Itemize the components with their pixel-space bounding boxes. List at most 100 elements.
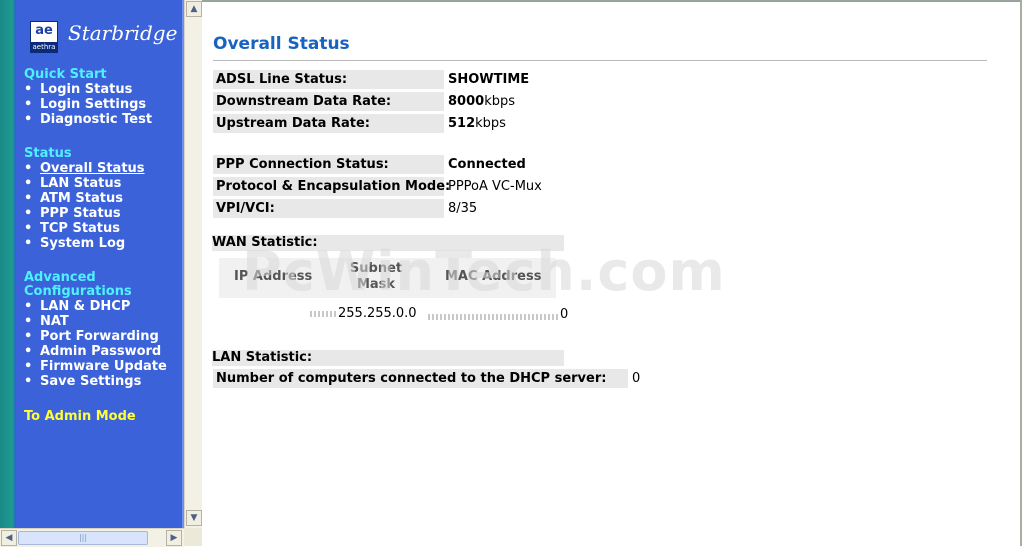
title-divider bbox=[213, 60, 987, 61]
nav-diagnostic-test[interactable]: • Diagnostic Test bbox=[24, 112, 152, 127]
scrollbar-corner bbox=[184, 528, 202, 546]
downstream-rate-label: Downstream Data Rate: bbox=[213, 92, 444, 111]
nav-login-status[interactable]: • Login Status bbox=[24, 82, 152, 97]
bullet-icon: • bbox=[24, 314, 33, 329]
bullet-icon: • bbox=[24, 221, 33, 236]
protocol-encapsulation-value: PPPoA VC-Mux bbox=[448, 179, 542, 194]
sidebar: ae aethra Starbridge Quick Start • Login … bbox=[0, 0, 184, 528]
nav-label: Overall Status bbox=[40, 161, 145, 176]
downstream-rate-value: 8000kbps bbox=[448, 92, 515, 111]
bullet-icon: • bbox=[24, 82, 33, 97]
wan-mac-tail: 0 bbox=[560, 307, 569, 322]
nav-lan-status[interactable]: • LAN Status bbox=[24, 176, 145, 191]
nav-label: LAN Status bbox=[40, 176, 122, 191]
nav-nat[interactable]: • NAT bbox=[24, 314, 167, 329]
nav-label: PPP Status bbox=[40, 206, 121, 221]
wan-mac-obscured bbox=[428, 314, 560, 320]
wan-statistic-heading: WAN Statistic: bbox=[212, 235, 564, 251]
quick-start-heading[interactable]: Quick Start bbox=[24, 68, 152, 82]
nav-save-settings[interactable]: • Save Settings bbox=[24, 374, 167, 389]
wan-ip-obscured bbox=[310, 311, 336, 317]
dhcp-clients-label: Number of computers connected to the DHC… bbox=[213, 369, 628, 388]
bullet-icon: • bbox=[24, 161, 33, 176]
scrollbar-thumb[interactable]: ||| bbox=[18, 531, 148, 545]
upstream-rate-row: Upstream Data Rate: 512kbps bbox=[213, 114, 613, 133]
vpi-vci-value: 8/35 bbox=[448, 201, 478, 216]
logo-sub-label: aethra bbox=[31, 42, 57, 52]
nav-label: Login Settings bbox=[40, 97, 147, 112]
nav-system-log[interactable]: • System Log bbox=[24, 236, 145, 251]
wan-col-subnet-mask: Subnet Mask bbox=[348, 261, 404, 293]
sidebar-horizontal-scrollbar[interactable]: ◀ ||| ▶ bbox=[0, 528, 184, 547]
advanced-heading[interactable]: Advanced bbox=[24, 271, 167, 285]
nav-login-settings[interactable]: • Login Settings bbox=[24, 97, 152, 112]
nav-label: TCP Status bbox=[40, 221, 121, 236]
bullet-icon: • bbox=[24, 97, 33, 112]
bullet-icon: • bbox=[24, 176, 33, 191]
downstream-rate-number: 8000 bbox=[448, 94, 485, 109]
ppp-connection-value: Connected bbox=[448, 157, 526, 172]
ppp-connection-label: PPP Connection Status: bbox=[213, 155, 444, 174]
nav-tcp-status[interactable]: • TCP Status bbox=[24, 221, 145, 236]
nav-ppp-status[interactable]: • PPP Status bbox=[24, 206, 145, 221]
wan-subnet-value: 255.255.0.0 bbox=[338, 306, 417, 321]
nav-label: Admin Password bbox=[40, 344, 162, 359]
protocol-encapsulation-row: Protocol & Encapsulation Mode: PPPoA VC-… bbox=[213, 177, 613, 196]
nav-admin-password[interactable]: • Admin Password bbox=[24, 344, 167, 359]
page-title: Overall Status bbox=[213, 34, 350, 54]
wan-col-subnet-line2: Mask bbox=[356, 277, 396, 292]
bullet-icon: • bbox=[24, 236, 33, 251]
wan-col-mac-address: MAC Address bbox=[445, 269, 542, 284]
upstream-rate-number: 512 bbox=[448, 116, 476, 131]
status-section: Status • Overall Status • LAN Status • ATM … bbox=[24, 147, 145, 252]
bullet-icon: • bbox=[24, 344, 33, 359]
brand-name: Starbridge bbox=[68, 21, 178, 45]
frame-border-top bbox=[202, 0, 1022, 2]
adsl-line-status-label: ADSL Line Status: bbox=[213, 70, 444, 89]
nav-atm-status[interactable]: • ATM Status bbox=[24, 191, 145, 206]
downstream-rate-row: Downstream Data Rate: 8000kbps bbox=[213, 92, 613, 111]
nav-firmware-update[interactable]: • Firmware Update bbox=[24, 359, 167, 374]
status-heading[interactable]: Status bbox=[24, 147, 145, 161]
content-frame: Overall Status ADSL Line Status: SHOWTIM… bbox=[202, 0, 1022, 546]
nav-label: LAN & DHCP bbox=[40, 299, 131, 314]
nav-label: Port Forwarding bbox=[40, 329, 159, 344]
bullet-icon: • bbox=[24, 191, 33, 206]
status-list: • Overall Status • LAN Status • ATM Status … bbox=[24, 161, 145, 251]
scroll-left-icon[interactable]: ◀ bbox=[1, 530, 17, 546]
nav-lan-dhcp[interactable]: • LAN & DHCP bbox=[24, 299, 167, 314]
upstream-rate-value: 512kbps bbox=[448, 114, 506, 133]
scroll-up-icon[interactable]: ▲ bbox=[186, 1, 202, 17]
quick-start-section: Quick Start • Login Status • Login Setting… bbox=[24, 68, 152, 128]
configurations-heading[interactable]: Configurations bbox=[24, 285, 167, 299]
scroll-right-icon[interactable]: ▶ bbox=[166, 530, 182, 546]
nav-label: Login Status bbox=[40, 82, 133, 97]
scroll-down-icon[interactable]: ▼ bbox=[186, 510, 202, 526]
nav-port-forwarding[interactable]: • Port Forwarding bbox=[24, 329, 167, 344]
adsl-line-status-value: SHOWTIME bbox=[448, 72, 530, 87]
wan-col-ip-address: IP Address bbox=[234, 269, 313, 284]
adsl-line-status-row: ADSL Line Status: SHOWTIME bbox=[213, 70, 613, 89]
upstream-rate-label: Upstream Data Rate: bbox=[213, 114, 444, 133]
bullet-icon: • bbox=[24, 374, 33, 389]
bullet-icon: • bbox=[24, 359, 33, 374]
wan-col-subnet-line1: Subnet bbox=[349, 261, 403, 276]
downstream-rate-unit: kbps bbox=[484, 94, 515, 109]
ppp-connection-row: PPP Connection Status: Connected bbox=[213, 155, 613, 174]
dhcp-clients-row: Number of computers connected to the DHC… bbox=[213, 369, 640, 388]
nav-label: Save Settings bbox=[40, 374, 142, 389]
sidebar-vertical-scrollbar[interactable]: ▲ ▼ bbox=[184, 0, 203, 528]
bullet-icon: • bbox=[24, 329, 33, 344]
advanced-section: Advanced Configurations • LAN & DHCP • NAT… bbox=[24, 271, 167, 390]
bullet-icon: • bbox=[24, 299, 33, 314]
logo-glyph: ae bbox=[35, 23, 53, 38]
brand-logo: ae aethra Starbridge bbox=[30, 19, 180, 55]
nav-label: System Log bbox=[40, 236, 126, 251]
nav-overall-status[interactable]: • Overall Status bbox=[24, 161, 145, 176]
navigation-frame: ae aethra Starbridge Quick Start • Login … bbox=[0, 0, 203, 547]
protocol-encapsulation-label: Protocol & Encapsulation Mode: bbox=[213, 177, 450, 196]
advanced-list: • LAN & DHCP • NAT • Port Forwarding • Admin… bbox=[24, 299, 167, 389]
admin-mode-link[interactable]: To Admin Mode bbox=[24, 409, 136, 424]
bullet-icon: • bbox=[24, 206, 33, 221]
bullet-icon: • bbox=[24, 112, 33, 127]
